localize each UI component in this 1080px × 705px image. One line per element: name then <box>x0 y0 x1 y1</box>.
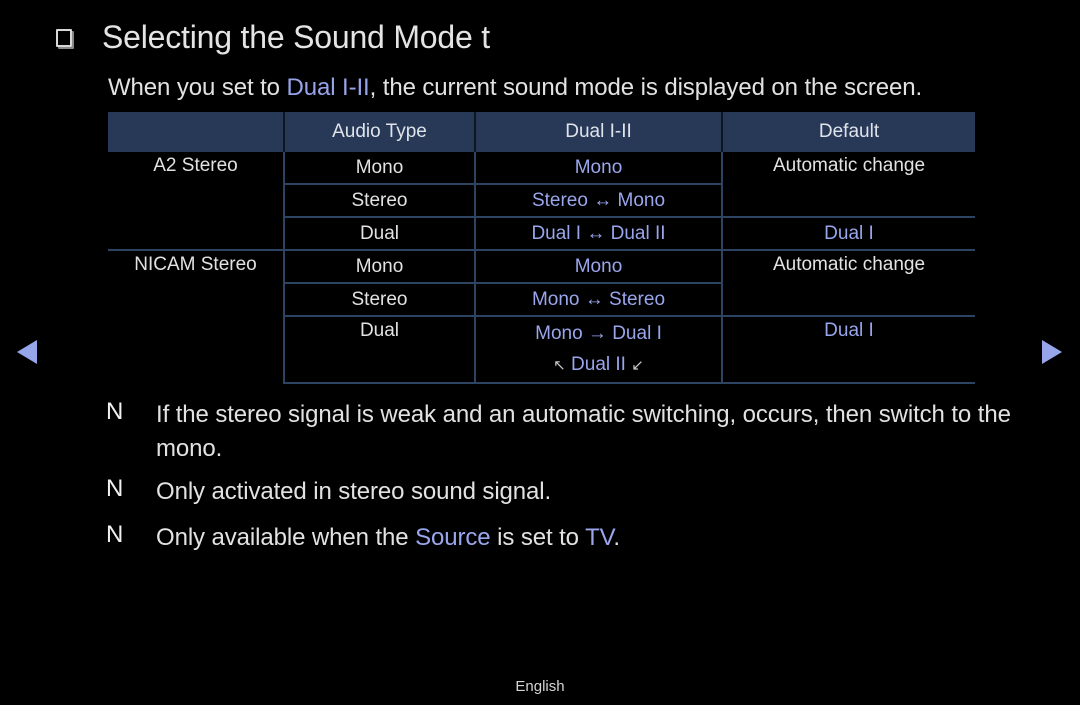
audio-type-cell: Stereo <box>283 282 475 316</box>
note-text-after: . <box>613 524 620 551</box>
title-text: Selecting the Sound Mode t <box>102 18 490 55</box>
footer-language: English <box>515 678 565 695</box>
intro-after: , the current sound mode is displayed on… <box>369 74 923 101</box>
note-text: If the stereo signal is weak and an auto… <box>156 401 1011 462</box>
table-row: NICAM Stereo Mono Mono Automatic change <box>108 249 975 383</box>
note-icon: N <box>106 521 124 548</box>
default-cell: Automatic change <box>721 152 975 217</box>
note-item: N If the stereo signal is weak and an au… <box>106 398 1036 466</box>
intro-before: When you set to <box>108 74 287 101</box>
default-cell: Dual I <box>721 315 975 384</box>
dual-cell: Mono → Dual I ↖ Dual II ↙ <box>474 315 722 384</box>
source-link: Source <box>415 524 491 551</box>
dual-line-1: Mono → Dual I <box>535 323 662 344</box>
dual-cell: Mono <box>474 249 722 283</box>
sound-mode-table: Audio Type Dual I-II Default A2 Stereo M… <box>108 112 975 384</box>
dual-cell: Dual I ↔ Dual II <box>474 216 722 250</box>
header-source <box>108 112 284 152</box>
note-item: N Only activated in stereo sound signal. <box>106 475 1036 509</box>
dual-cell: Mono <box>474 152 722 184</box>
dual-cell: Mono ↔ Stereo <box>474 282 722 316</box>
note-icon: N <box>106 475 124 502</box>
note-text: Only activated in stereo sound signal. <box>156 478 552 505</box>
triangle-right-icon[interactable] <box>1042 340 1062 364</box>
header-audio-type: Audio Type <box>283 112 475 152</box>
audio-type-cell: Stereo <box>283 183 475 217</box>
audio-type-cell: Dual <box>283 216 475 250</box>
note-text-before: Only available when the <box>156 524 416 551</box>
tv-link: TV <box>585 524 614 551</box>
checkbox-square-icon <box>56 29 72 47</box>
arrow-up-left-icon: ↖ <box>553 357 566 374</box>
audio-type-cell: Mono <box>283 249 475 283</box>
note-text-mid: is set to <box>490 524 586 551</box>
triangle-left-icon[interactable] <box>17 340 37 364</box>
header-default: Default <box>721 112 975 152</box>
dual-line-2: ↖ Dual II ↙ <box>476 349 721 381</box>
source-cell: A2 Stereo <box>153 155 238 176</box>
dual-cell: Stereo ↔ Mono <box>474 183 722 217</box>
arrow-down-left-icon: ↙ <box>631 357 644 374</box>
table-header-row: Audio Type Dual I-II Default <box>108 112 975 152</box>
table-row: A2 Stereo Mono Mono Automatic change <box>108 152 975 217</box>
dual-line-2-text: Dual II <box>571 354 626 375</box>
page-title: Selecting the Sound Mode t <box>56 14 490 60</box>
default-cell: Dual I <box>721 216 975 250</box>
intro-highlight-dual: Dual I-II <box>286 74 370 101</box>
intro-text: When you set to Dual I-II, the current s… <box>108 74 922 102</box>
default-cell: Automatic change <box>721 249 975 316</box>
header-dual: Dual I-II <box>474 112 722 152</box>
audio-type-cell: Dual <box>283 315 475 384</box>
note-text: Only available when the Source is set to… <box>156 521 1036 555</box>
note-icon: N <box>106 398 124 425</box>
source-cell: NICAM Stereo <box>108 249 284 383</box>
audio-type-cell: Mono <box>283 152 475 184</box>
note-item: N Only available when the Source is set … <box>106 521 1036 555</box>
